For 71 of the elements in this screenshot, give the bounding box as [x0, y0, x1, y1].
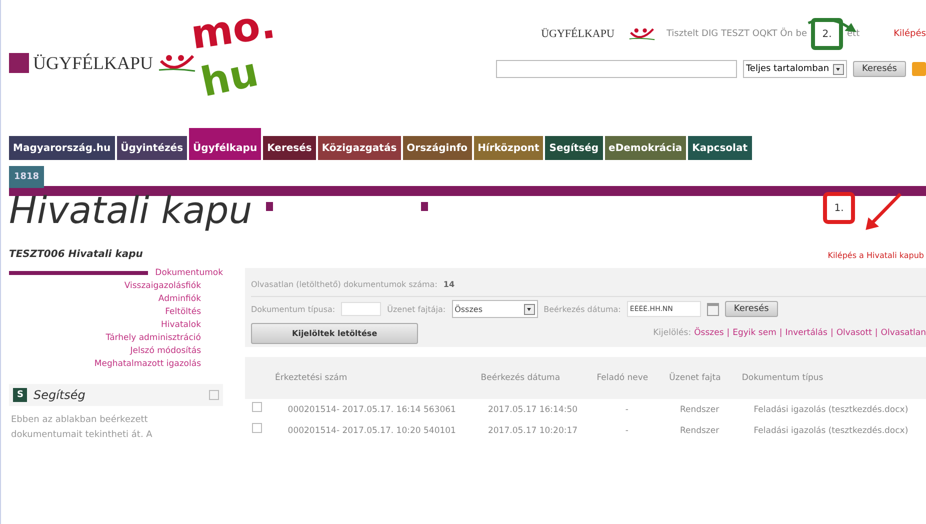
- selection-label: Kijelölés:: [653, 328, 692, 338]
- logo-text: ÜGYFÉLKAPU: [33, 52, 154, 74]
- column-header: Feladó neve: [590, 357, 664, 399]
- filter-label: Üzenet fajtája:: [387, 304, 446, 314]
- calendar-icon[interactable]: [706, 302, 719, 316]
- selection-link[interactable]: Olvasatlan: [880, 328, 926, 338]
- doc-type-field[interactable]: [341, 302, 382, 316]
- row-checkbox[interactable]: [252, 402, 262, 412]
- nav-tab[interactable]: Segítség: [545, 136, 603, 160]
- nav-tab[interactable]: Kapcsolat: [688, 136, 752, 160]
- column-header: Dokumentum típus: [736, 357, 926, 399]
- selection-link[interactable]: Olvasott: [836, 328, 872, 338]
- exit-link[interactable]: Kilépés a Hivatali kapub: [828, 251, 924, 260]
- help-title: Segítség: [33, 388, 86, 402]
- nav-tab[interactable]: Ügyintézés: [116, 136, 188, 160]
- nav-tab[interactable]: Magyarország.hu: [9, 136, 115, 160]
- logo-square-icon: [9, 53, 29, 73]
- sidebar-item[interactable]: Feltöltés: [165, 307, 223, 317]
- selection-link[interactable]: Invertálás: [785, 328, 828, 338]
- smile-icon: [157, 52, 198, 74]
- message-type-select[interactable]: Összes: [452, 300, 538, 318]
- sidebar-item[interactable]: Jelszó módosítás: [130, 346, 223, 356]
- callout-box: 2.: [811, 18, 843, 50]
- sidebar-item[interactable]: Tárhely adminisztráció: [106, 333, 223, 343]
- date-badge: 1818: [9, 166, 44, 188]
- office-name: TESZT006 Hivatali kapu: [9, 249, 143, 260]
- greeting-text: Tisztelt DIG TESZT OQKT Ön be: [666, 29, 807, 39]
- separator: |: [779, 328, 782, 338]
- collapse-icon[interactable]: [209, 390, 219, 400]
- nav-tab[interactable]: Keresés: [263, 136, 316, 160]
- nav-tab[interactable]: Közigazgatás: [318, 136, 401, 160]
- unread-count: 14: [443, 280, 455, 288]
- search-button[interactable]: Keresés: [724, 301, 778, 317]
- dropdown-icon: [524, 304, 535, 314]
- selection-link[interactable]: Összes: [694, 328, 724, 338]
- small-logo: ÜGYFÉLKAPU: [541, 28, 614, 40]
- callout-arrow: [866, 192, 902, 230]
- unread-label: Olvasatlan (letölthető) dokumentumok száma:: [251, 280, 438, 288]
- help-text: Ebben az ablakban beérkezett dokumentumait tekintheti át. A: [10, 414, 154, 442]
- page-title: Hivatali kapu: [9, 190, 252, 232]
- band-tab-icon: [266, 202, 274, 211]
- separator: |: [830, 328, 834, 338]
- band-tab-icon: [421, 202, 428, 211]
- sidebar-item[interactable]: Hivatalok: [160, 320, 223, 330]
- column-header: Érkeztetési szám: [269, 357, 475, 399]
- column-header: Üzenet fajta: [663, 357, 736, 399]
- filter-label: Beérkezés dátuma:: [544, 304, 621, 314]
- sidebar-item[interactable]: Meghatalmazott igazolás: [94, 359, 223, 369]
- sidebar-item[interactable]: Adminfiók: [158, 294, 223, 304]
- sidebar-item[interactable]: Dokumentumok: [9, 268, 223, 278]
- scope-select[interactable]: Teljes tartalomban: [742, 60, 848, 78]
- logout-link[interactable]: Kilépés: [894, 29, 926, 39]
- help-badge: S: [13, 388, 28, 402]
- nav-tab[interactable]: Ügyfélkapu: [189, 128, 262, 160]
- search-button[interactable]: Keresés: [853, 61, 906, 77]
- selection-link[interactable]: Egyik sem: [732, 328, 776, 338]
- nav-tab[interactable]: Országinfo: [402, 136, 472, 160]
- search-field[interactable]: [496, 60, 737, 78]
- callout-box: 1.: [823, 192, 855, 224]
- separator: |: [726, 328, 730, 338]
- sidebar-item[interactable]: Visszaigazolásfiók: [124, 281, 223, 291]
- separator: |: [874, 328, 878, 338]
- nav-tab[interactable]: eDemokrácia: [604, 136, 686, 160]
- column-header: Beérkezés dátuma: [474, 357, 591, 399]
- smile-icon: [628, 26, 656, 42]
- dropdown-icon: [833, 64, 844, 74]
- download-button[interactable]: Kijelöltek letöltése: [251, 322, 418, 344]
- filter-label: Dokumentum típusa:: [251, 304, 336, 314]
- row-checkbox[interactable]: [252, 423, 262, 433]
- nav-tab[interactable]: Hírközpont: [474, 136, 544, 160]
- feed-icon[interactable]: [912, 62, 926, 76]
